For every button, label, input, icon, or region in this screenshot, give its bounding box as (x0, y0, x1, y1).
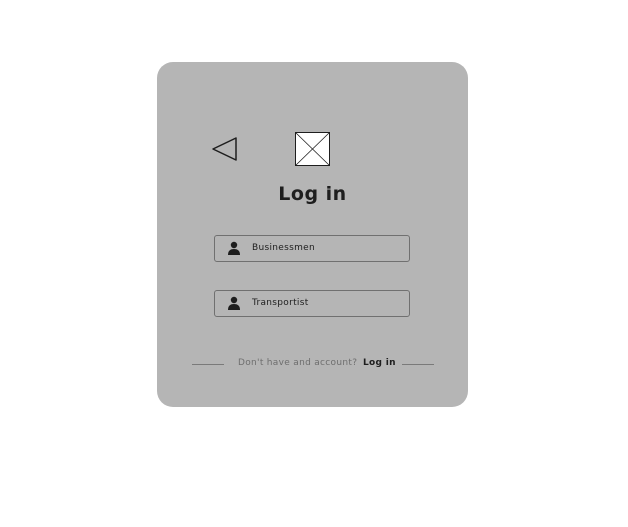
triangle-back-icon (212, 137, 237, 161)
businessmen-button[interactable]: Businessmen (214, 235, 410, 262)
transportist-button[interactable]: Transportist (214, 290, 410, 317)
businessmen-label: Businessmen (252, 243, 315, 253)
divider-left (192, 364, 224, 365)
divider-right (402, 364, 434, 365)
logo (295, 132, 330, 166)
signup-prompt: Don't have and account? (238, 358, 358, 368)
user-icon (228, 241, 240, 255)
signup-footer: Don't have and account? Log in (157, 356, 468, 372)
transportist-label: Transportist (252, 298, 309, 308)
page-title: Log in (278, 183, 347, 205)
back-button[interactable] (209, 134, 239, 164)
login-link[interactable]: Log in (363, 358, 396, 368)
image-placeholder-icon (295, 132, 330, 166)
user-icon (228, 296, 240, 310)
login-card: Log in Businessmen Transportist Don't ha… (157, 62, 468, 407)
